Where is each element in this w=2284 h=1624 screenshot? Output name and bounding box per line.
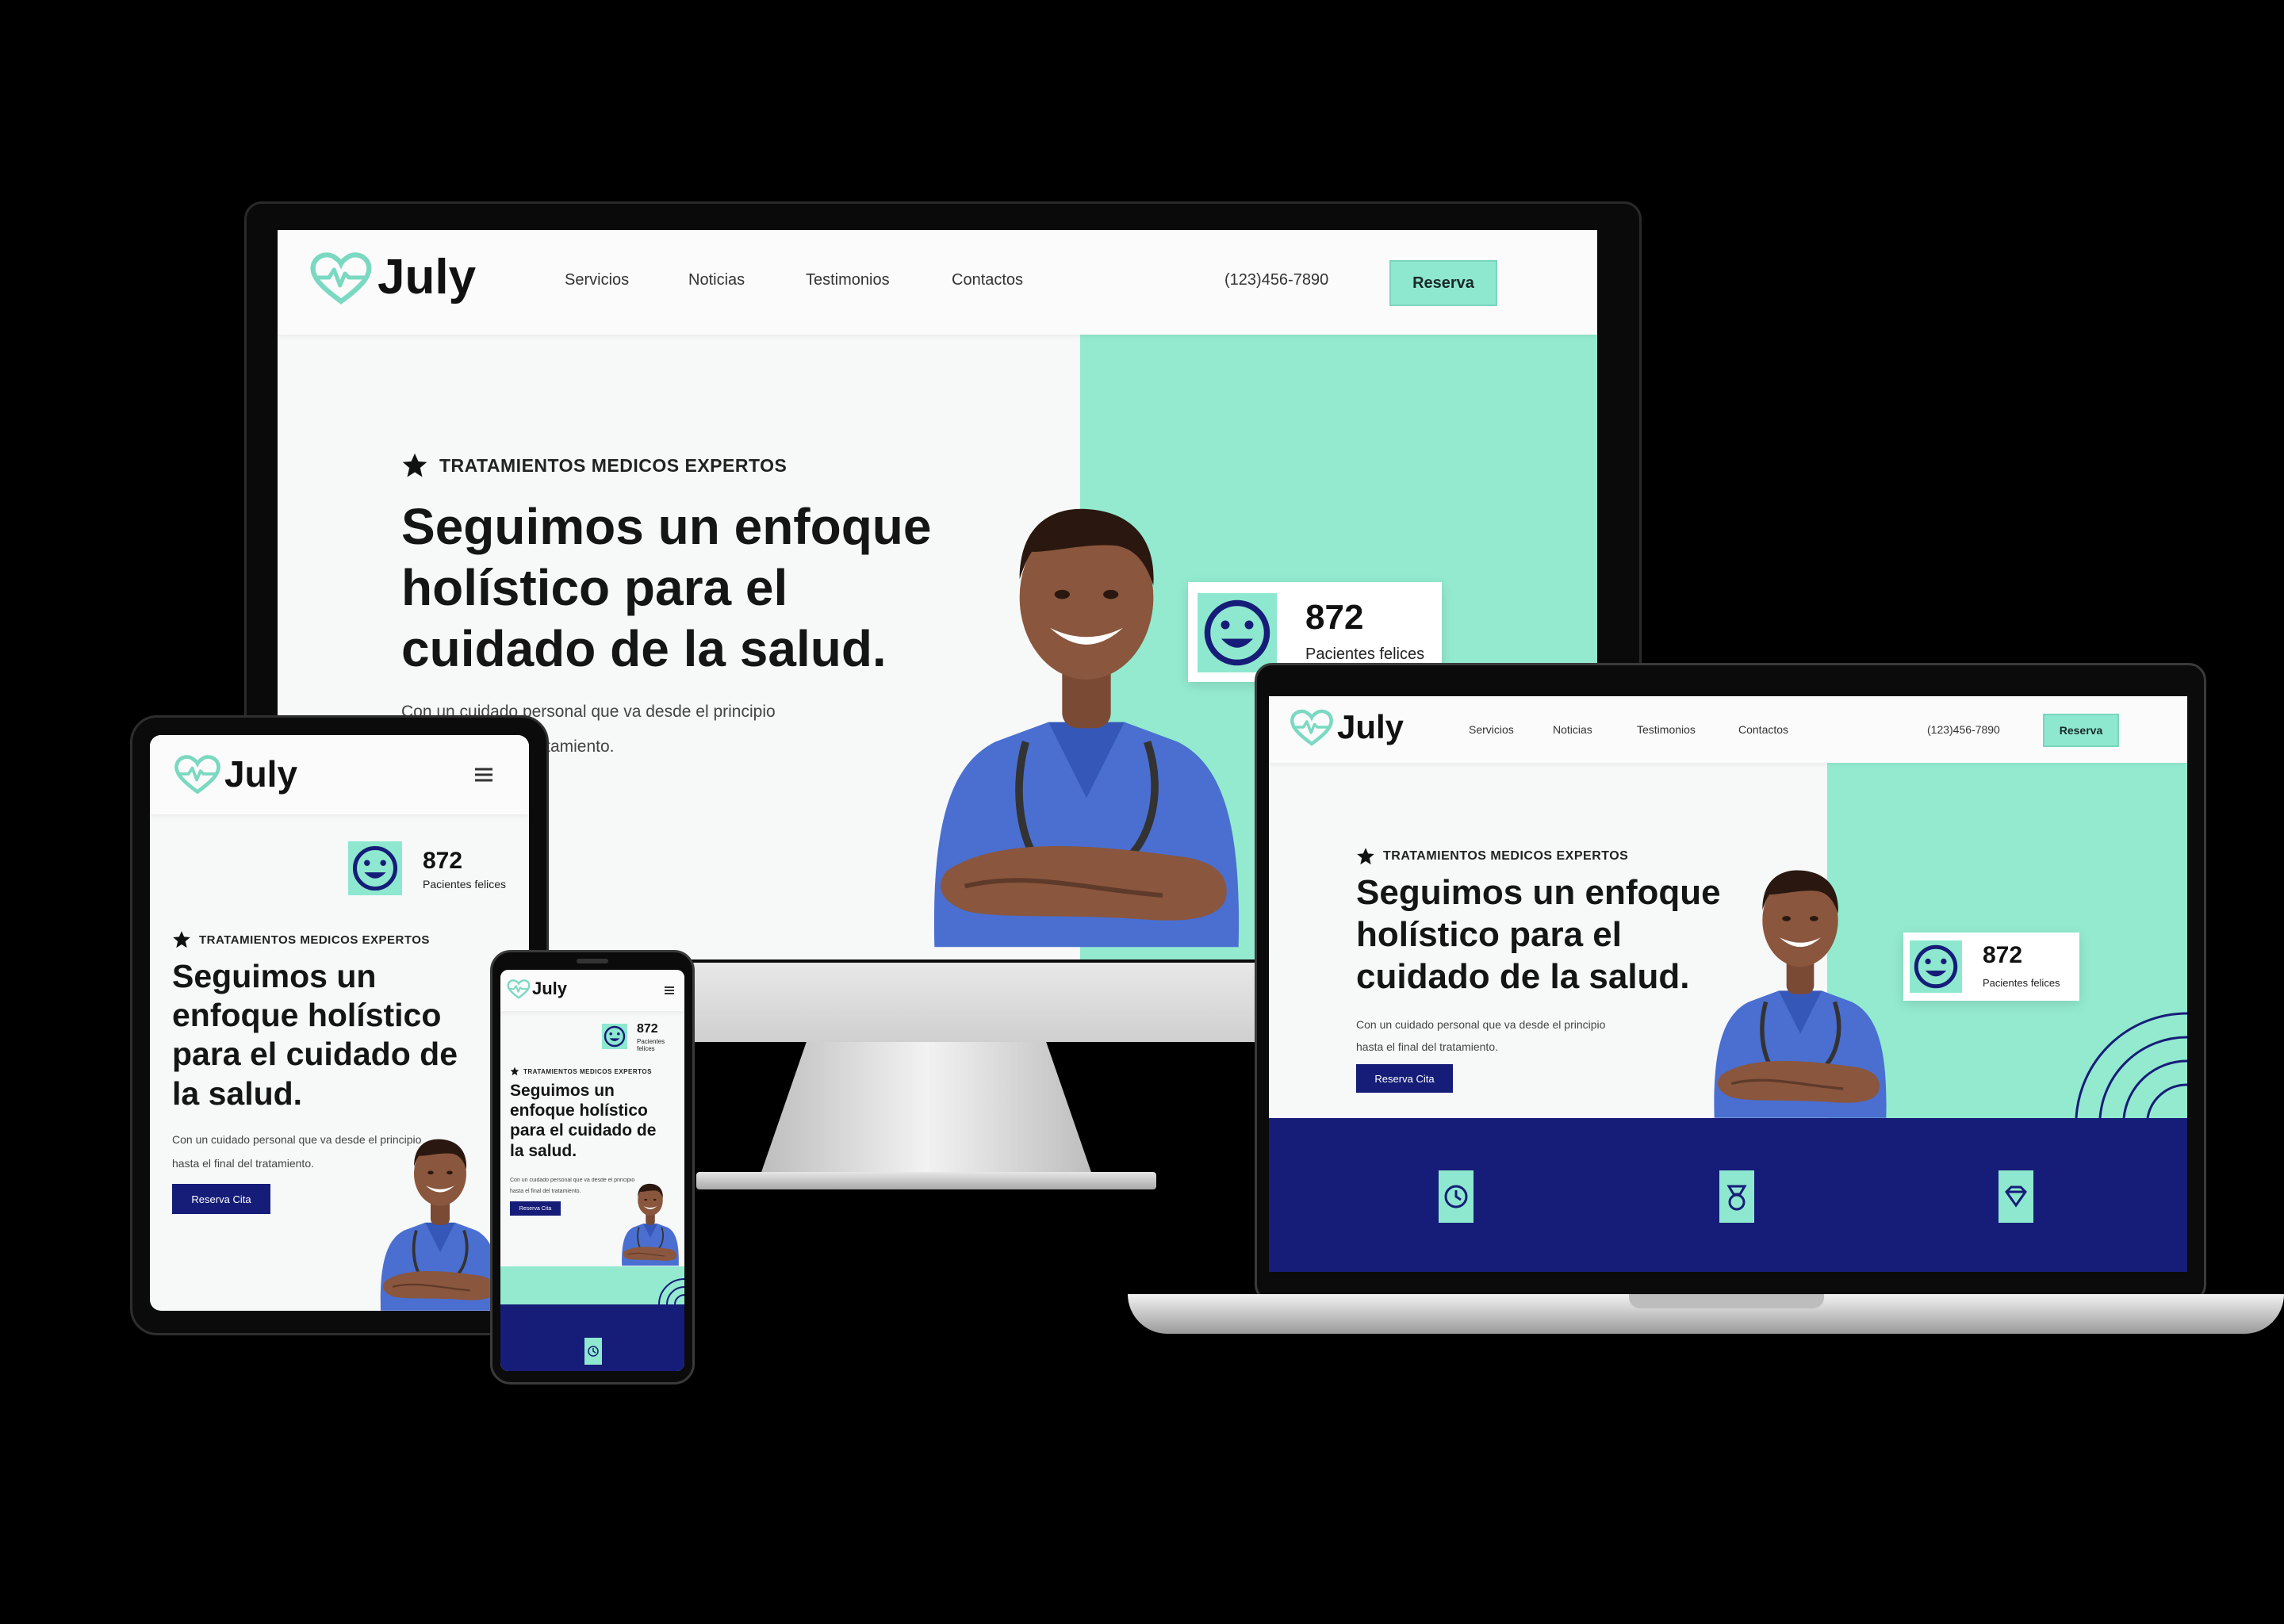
reserva-cita-button[interactable]: Reserva Cita (172, 1184, 270, 1214)
stat-number: 872 (423, 848, 463, 874)
nav-testimonios[interactable]: Testimonios (806, 271, 890, 289)
hero-text-line1: Con un cuidado personal que va desde el … (1356, 1018, 1606, 1031)
monitor-stand (760, 1042, 1093, 1177)
stat-label: Pacientes felices (1305, 645, 1425, 663)
nav-servicios[interactable]: Servicios (1469, 723, 1514, 736)
laptop-screen: July Servicios Noticias Testimonios Cont… (1269, 696, 2187, 1272)
phone-number[interactable]: (123)456-7890 (1224, 271, 1328, 289)
reserva-cita-button[interactable]: Reserva Cita (1356, 1064, 1453, 1093)
phone-screen: July 872 Pacientes felices TRATAMIENTOS … (500, 970, 684, 1371)
feature-medal (1719, 1170, 1754, 1223)
star-icon (510, 1067, 519, 1076)
feature-diamond (1998, 1170, 2033, 1223)
nav-noticias[interactable]: Noticias (1553, 723, 1592, 736)
smile-icon (1910, 940, 1962, 993)
stat-number: 872 (1305, 598, 1364, 637)
reserva-button[interactable]: Reserva (2043, 714, 2119, 747)
brand-logo[interactable]: July (1290, 707, 1404, 747)
stat-number: 872 (637, 1022, 658, 1036)
brand-name: July (532, 979, 568, 998)
hero-text-line2: hasta el final del tratamiento. (510, 1189, 581, 1194)
tablet-screen: July 872 Pacientes felices TRATAMIENTOS … (150, 735, 529, 1311)
stat-label: Pacientes felices (637, 1038, 665, 1052)
brand-logo[interactable]: July (309, 249, 476, 305)
nav-noticias[interactable]: Noticias (688, 271, 745, 289)
hero-eyebrow: TRATAMIENTOS MEDICOS EXPERTOS (510, 1067, 652, 1076)
tablet-device: July 872 Pacientes felices TRATAMIENTOS … (130, 715, 549, 1335)
nav-testimonios[interactable]: Testimonios (1637, 723, 1696, 736)
star-icon (401, 452, 428, 479)
hero-title: Seguimos un enfoque holístico para el cu… (510, 1082, 657, 1160)
phone-device: July 872 Pacientes felices TRATAMIENTOS … (490, 950, 695, 1385)
site-header: July (500, 970, 684, 1011)
brand-logo[interactable]: July (507, 978, 567, 1000)
reserva-button[interactable]: Reserva (1389, 260, 1497, 306)
hero-title: Seguimos un enfoque holístico para el cu… (401, 498, 932, 677)
brand-name: July (1337, 708, 1405, 745)
hero-text-line2: hasta el final del tratamiento. (1356, 1040, 1498, 1053)
hero-text-line2: hasta el final del tratamiento. (172, 1157, 314, 1170)
decorative-arcs (658, 1278, 684, 1304)
hamburger-menu-icon[interactable] (664, 986, 675, 995)
hero-eyebrow: TRATAMIENTOS MEDICOS EXPERTOS (401, 452, 787, 479)
brand-name: July (377, 250, 477, 304)
heart-pulse-icon (174, 753, 221, 795)
smile-icon (348, 841, 402, 895)
nav-contactos[interactable]: Contactos (1738, 723, 1788, 736)
brand-logo[interactable]: July (174, 753, 297, 795)
heart-pulse-icon (507, 978, 531, 1000)
hero-eyebrow: TRATAMIENTOS MEDICOS EXPERTOS (172, 930, 430, 949)
site-header: July Servicios Noticias Testimonios Cont… (1269, 696, 2187, 763)
brand-name: July (224, 753, 298, 795)
phone-number[interactable]: (123)456-7890 (1927, 723, 2000, 736)
reserva-cita-button[interactable]: Reserva Cita (510, 1201, 561, 1216)
smile-icon (1198, 593, 1277, 672)
heart-pulse-icon (309, 250, 373, 305)
stat-card: 872 Pacientes felices (602, 1021, 684, 1052)
stat-card: 872 Pacientes felices (348, 837, 529, 900)
star-icon (1356, 847, 1375, 866)
nav-servicios[interactable]: Servicios (565, 271, 629, 289)
feature-clock (1439, 1170, 1473, 1223)
smile-icon (602, 1024, 627, 1049)
doctor-photo (1697, 834, 1903, 1118)
hero-eyebrow: TRATAMIENTOS MEDICOS EXPERTOS (1356, 847, 1628, 866)
diamond-icon (2005, 1185, 2027, 1208)
site-header: July (150, 735, 529, 814)
star-icon (172, 930, 191, 949)
doctor-photo (616, 1171, 684, 1266)
hero-title: Seguimos un enfoque holístico para el cu… (172, 958, 458, 1112)
stat-label: Pacientes felices (423, 878, 507, 891)
feature-clock (584, 1338, 602, 1365)
site-header: July Servicios Noticias Testimonios Cont… (278, 230, 1597, 335)
hamburger-menu-icon[interactable] (473, 767, 494, 783)
clock-icon (1444, 1185, 1468, 1208)
nav-contactos[interactable]: Contactos (952, 271, 1023, 289)
stat-label: Pacientes felices (1983, 977, 2060, 989)
clock-icon (588, 1346, 599, 1357)
stat-card: 872 Pacientes felices (1903, 933, 2079, 1001)
stat-number: 872 (1983, 942, 2023, 968)
decorative-arcs (2075, 1012, 2187, 1118)
laptop-device: July Servicios Noticias Testimonios Cont… (1128, 663, 2284, 1337)
phone-speaker (577, 959, 608, 963)
laptop-notch (1629, 1294, 1824, 1308)
heart-pulse-icon (1290, 707, 1334, 747)
medal-icon (1726, 1185, 1747, 1211)
monitor-base (696, 1172, 1156, 1189)
